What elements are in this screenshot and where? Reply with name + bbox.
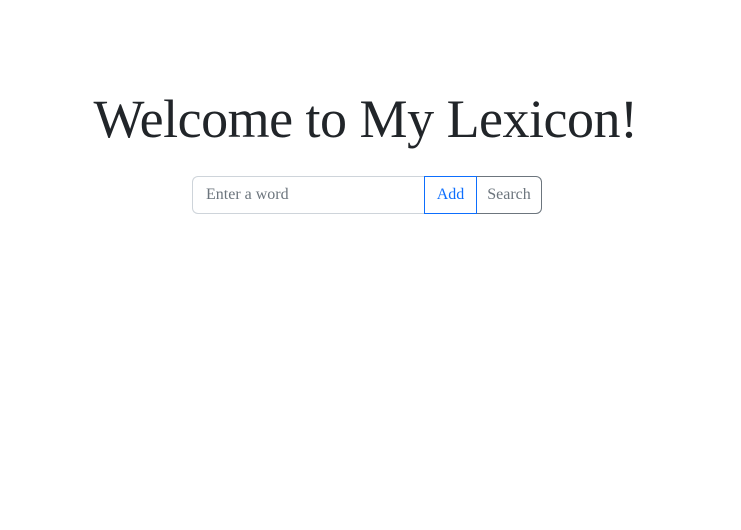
word-input[interactable] bbox=[192, 176, 424, 214]
search-button[interactable]: Search bbox=[477, 176, 542, 214]
word-form: Add Search bbox=[192, 176, 542, 214]
page-title: Welcome to My Lexicon! bbox=[93, 89, 638, 149]
add-button[interactable]: Add bbox=[424, 176, 477, 214]
page: Welcome to My Lexicon! Add Search bbox=[0, 0, 741, 530]
